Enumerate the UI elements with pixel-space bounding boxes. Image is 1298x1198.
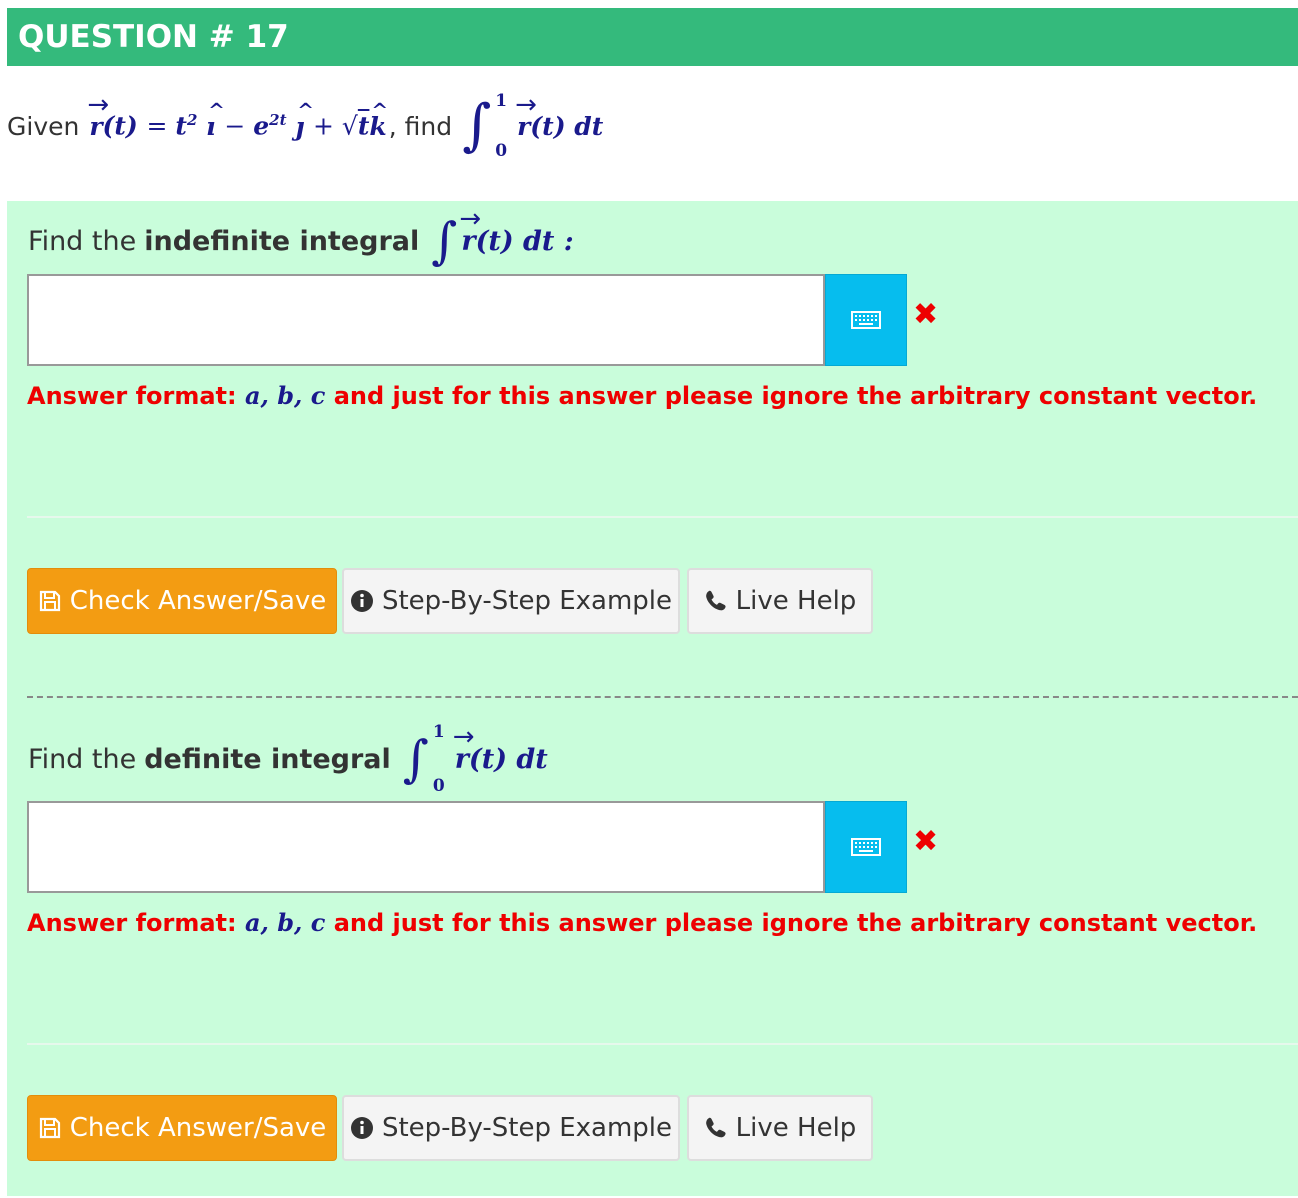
- check-answer-button[interactable]: Check Answer/Save: [27, 1095, 337, 1161]
- problem-statement: Given → r(t) = t2 ı ^ − e2t ȷ ^ + √tk ^ , fi…: [7, 88, 603, 164]
- upper-limit: 1: [495, 91, 508, 111]
- info-circle-icon: [350, 1117, 373, 1139]
- floppy-save-icon: [39, 590, 60, 612]
- format-prefix: Answer format:: [27, 382, 237, 410]
- prompt-prefix: Find the: [28, 743, 137, 775]
- definite-answer-input[interactable]: [27, 801, 825, 893]
- question-header: QUESTION # 17: [7, 8, 1298, 66]
- wrong-x-icon: ✖: [913, 824, 939, 859]
- step-by-step-button[interactable]: Step-By-Step Example: [342, 1095, 680, 1161]
- live-help-label: Live Help: [735, 586, 857, 616]
- format-math: a, b, c: [244, 908, 326, 937]
- indefinite-answer-input[interactable]: [27, 274, 825, 366]
- divider: [27, 516, 1298, 518]
- answer-panel: Find the indefinite integral ∫ → r(t) dt …: [7, 201, 1298, 1196]
- step-by-step-button[interactable]: Step-By-Step Example: [342, 568, 680, 634]
- math-keyboard-button[interactable]: [825, 274, 907, 366]
- floppy-save-icon: [39, 1117, 60, 1139]
- live-help-button[interactable]: Live Help: [687, 1095, 873, 1161]
- part2-prompt: Find the definite integral ∫ 1 0 → r(t) d…: [28, 717, 548, 801]
- format-suffix: and just for this answer please ignore t…: [333, 909, 1258, 937]
- format-math: a, b, c: [244, 381, 326, 410]
- live-help-label: Live Help: [735, 1113, 857, 1143]
- math-keyboard-button[interactable]: [825, 801, 907, 893]
- format-prefix: Answer format:: [27, 909, 237, 937]
- check-answer-label: Check Answer/Save: [69, 586, 327, 616]
- prompt-bold: indefinite integral: [144, 225, 420, 257]
- info-circle-icon: [350, 590, 373, 612]
- part1-prompt: Find the indefinite integral ∫ → r(t) dt …: [28, 203, 574, 275]
- integral-sign: ∫: [402, 730, 429, 788]
- keyboard-icon: [851, 838, 881, 856]
- live-help-button[interactable]: Live Help: [687, 568, 873, 634]
- integral-sign: ∫: [431, 212, 458, 270]
- phone-icon: [705, 590, 726, 611]
- vector-function: → r(t) = t2 ı ^ − e2t ȷ ^ + √tk ^: [87, 89, 389, 141]
- upper-limit: 1: [432, 722, 445, 742]
- prompt-bold: definite integral: [144, 743, 391, 775]
- format-suffix: and just for this answer please ignore t…: [333, 382, 1258, 410]
- section-separator: [27, 696, 1298, 698]
- lower-limit: 0: [432, 776, 445, 796]
- check-answer-label: Check Answer/Save: [69, 1113, 327, 1143]
- integral-limits: 1 0: [433, 722, 445, 796]
- check-answer-button[interactable]: Check Answer/Save: [27, 568, 337, 634]
- part1-answer-row: [27, 274, 907, 366]
- step-by-step-label: Step-By-Step Example: [381, 1113, 673, 1143]
- lower-limit: 0: [495, 141, 508, 161]
- prompt-math: → r(t) dt :: [459, 203, 574, 257]
- integrand: → r(t) dt: [515, 89, 604, 141]
- question-title: QUESTION # 17: [18, 19, 289, 55]
- step-by-step-label: Step-By-Step Example: [381, 586, 673, 616]
- phone-icon: [705, 1117, 726, 1138]
- divider: [27, 1043, 1298, 1045]
- given-label: Given: [7, 111, 80, 141]
- keyboard-icon: [851, 311, 881, 329]
- find-label: , find: [388, 111, 453, 141]
- integral-limits: 1 0: [495, 91, 507, 161]
- part2-answer-format: Answer format: a, b, c and just for this…: [27, 908, 1257, 937]
- part1-answer-format: Answer format: a, b, c and just for this…: [27, 381, 1257, 410]
- prompt-prefix: Find the: [28, 225, 137, 257]
- prompt-math: → r(t) dt: [452, 721, 548, 775]
- integral-sign: ∫: [462, 93, 492, 158]
- wrong-x-icon: ✖: [913, 297, 939, 332]
- part2-answer-row: [27, 801, 907, 893]
